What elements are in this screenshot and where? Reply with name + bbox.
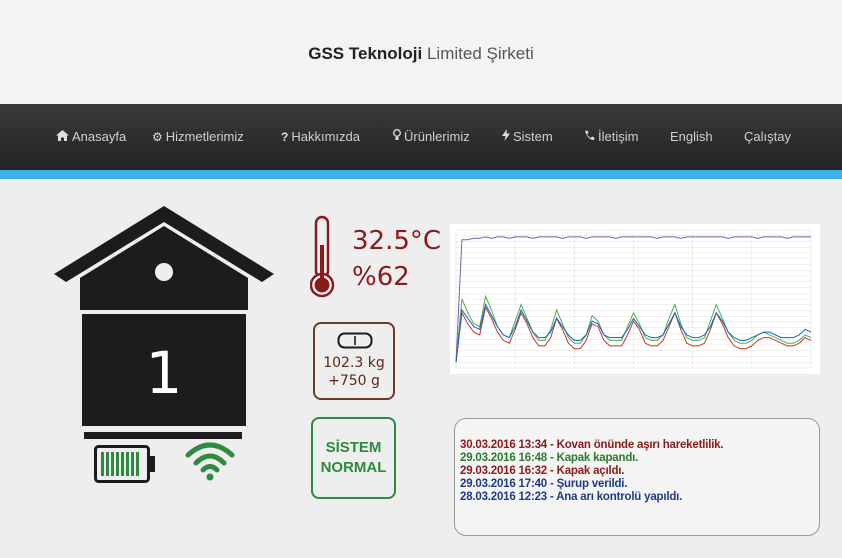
nav-label: Ürünlerimiz bbox=[404, 129, 470, 144]
nav-label: İletişim bbox=[598, 129, 639, 144]
navbar: Anasayfa ⚙ Hizmetlerimiz ? Hakkımızda Ür… bbox=[0, 104, 842, 170]
nav-label: Anasayfa bbox=[72, 129, 127, 144]
phone-icon bbox=[584, 130, 595, 144]
brand-name: GSS Teknoloji bbox=[308, 44, 423, 63]
log-entry: 29.03.2016 16:48 - Kapak kapandı. bbox=[460, 452, 639, 464]
nav-label: Hizmetlerimiz bbox=[165, 129, 244, 144]
event-log-list: 30.03.2016 13:34 - Kovan önünde aşırı ha… bbox=[460, 439, 724, 504]
system-status-badge[interactable]: SİSTEM NORMAL bbox=[311, 417, 396, 499]
brand-suffix: Limited Şirketi bbox=[426, 44, 534, 63]
log-entry: 28.03.2016 12:23 - Ana arı kontrolü yapı… bbox=[460, 491, 683, 503]
thermometer-icon bbox=[310, 215, 335, 298]
lightbulb-icon bbox=[393, 129, 401, 144]
accent-stripe bbox=[0, 170, 842, 179]
home-icon bbox=[56, 129, 69, 144]
scale-icon bbox=[337, 332, 373, 349]
log-entry: 30.03.2016 13:34 - Kovan önünde aşırı ha… bbox=[460, 439, 724, 451]
nav-label: Çalıştay bbox=[744, 129, 791, 144]
nav-item-hizmetlerimiz[interactable]: ⚙ Hizmetlerimiz bbox=[152, 129, 244, 144]
nav-item-urunlerimiz[interactable]: Ürünlerimiz bbox=[393, 129, 470, 144]
nav-item-english[interactable]: English bbox=[670, 129, 713, 144]
status-line2: NORMAL bbox=[320, 459, 387, 476]
chart-svg bbox=[455, 229, 812, 369]
nav-item-anasayfa[interactable]: Anasayfa bbox=[56, 129, 126, 144]
wifi-icon bbox=[185, 442, 235, 481]
log-entry: 29.03.2016 17:40 - Şurup verildi. bbox=[460, 478, 628, 490]
battery-full-icon bbox=[94, 445, 155, 483]
status-line1: SİSTEM bbox=[325, 439, 382, 456]
event-log-panel: 30.03.2016 13:34 - Kovan önünde aşırı ha… bbox=[454, 418, 820, 536]
weight-panel[interactable]: 102.3 kg +750 g bbox=[313, 322, 395, 400]
nav-item-iletisim[interactable]: İletişim bbox=[584, 129, 638, 144]
nav-label: Hakkımızda bbox=[291, 129, 360, 144]
nav-label: Sistem bbox=[513, 129, 553, 144]
gears-icon: ⚙ bbox=[152, 129, 163, 144]
nav-item-sistem[interactable]: Sistem bbox=[502, 129, 553, 144]
temperature-value: 32.5°C bbox=[352, 226, 442, 256]
sensor-chart[interactable] bbox=[450, 224, 820, 374]
weight-value: 102.3 kg bbox=[323, 355, 385, 371]
question-icon: ? bbox=[281, 129, 289, 144]
nav-item-calistay[interactable]: Çalıştay bbox=[744, 129, 791, 144]
brand-title[interactable]: GSS Teknoloji Limited Şirketi bbox=[0, 44, 842, 64]
weight-change: +750 g bbox=[328, 373, 380, 389]
brand-bar: GSS Teknoloji Limited Şirketi bbox=[0, 0, 842, 104]
log-entry: 29.03.2016 16:32 - Kapak açıldı. bbox=[460, 465, 625, 477]
hive-number: 1 bbox=[145, 339, 183, 407]
nav-item-hakkimizda[interactable]: ? Hakkımızda bbox=[281, 129, 360, 144]
humidity-value: %62 bbox=[352, 262, 410, 292]
nav-label: English bbox=[670, 129, 713, 144]
bolt-icon bbox=[502, 129, 510, 144]
